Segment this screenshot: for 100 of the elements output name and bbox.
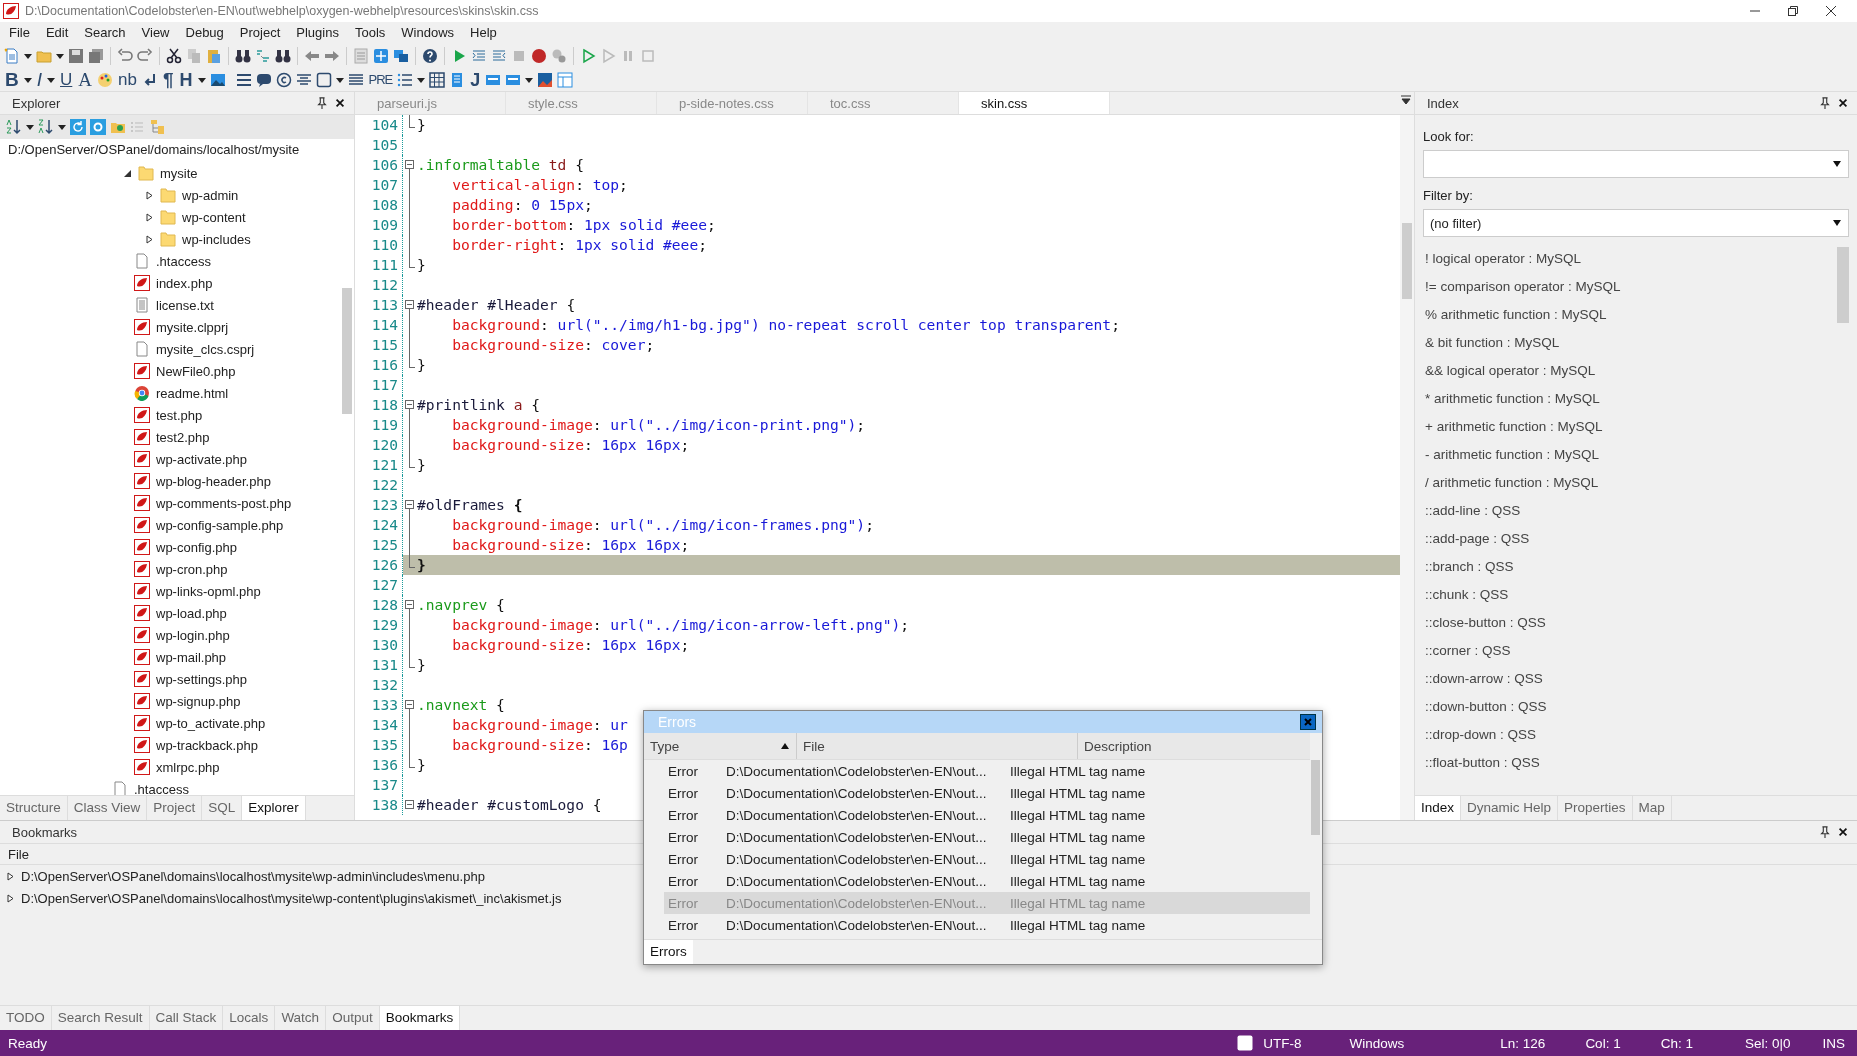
search-field[interactable]	[1423, 150, 1849, 179]
index-entry[interactable]: ::down-arrow : QSS	[1423, 665, 1543, 694]
tree-item[interactable]: wp-to_activate.php	[156, 715, 266, 731]
column-header[interactable]: File	[797, 733, 1078, 759]
index-entry[interactable]: + arithmetic function : MySQL	[1423, 413, 1603, 442]
save-icon[interactable]	[68, 47, 84, 64]
collapse-icon[interactable]	[405, 800, 414, 810]
caret-icon[interactable]	[335, 75, 344, 84]
caret-icon[interactable]	[525, 75, 534, 84]
index-entry[interactable]: % arithmetic function : MySQL	[1423, 301, 1607, 330]
tree-item[interactable]: wp-settings.php	[156, 671, 248, 687]
index-entry[interactable]: ::chunk : QSS	[1423, 581, 1509, 610]
column-header[interactable]: Description	[1078, 733, 1310, 759]
tree-item[interactable]: mysite_clcs.csprj	[156, 341, 255, 357]
collapse-icon[interactable]	[405, 160, 414, 170]
collapse-icon[interactable]	[405, 600, 414, 610]
scrollbar-thumb[interactable]	[1311, 760, 1320, 835]
format-button[interactable]: H	[178, 69, 194, 90]
index-entry[interactable]: != comparison operator : MySQL	[1423, 273, 1621, 302]
collapsed-arrow-icon[interactable]	[6, 893, 15, 903]
index-entry[interactable]: - arithmetic function : MySQL	[1423, 441, 1600, 470]
tab[interactable]: Class View	[67, 796, 148, 821]
caret-icon[interactable]	[58, 123, 66, 132]
scrollbar-thumb[interactable]	[1402, 223, 1412, 300]
align-center-icon[interactable]	[295, 71, 312, 88]
status-square-icon[interactable]	[1237, 1035, 1254, 1052]
tab[interactable]: Errors	[644, 940, 693, 964]
collapse-icon[interactable]	[405, 500, 414, 510]
format-button[interactable]: PRE	[367, 69, 394, 90]
format-button[interactable]: U	[59, 69, 74, 90]
menu-item[interactable]: Tools	[347, 23, 395, 43]
scissors-icon[interactable]	[166, 47, 182, 64]
collapse-icon[interactable]	[405, 700, 414, 710]
tree-item[interactable]: test.php	[156, 407, 203, 423]
help-icon[interactable]	[422, 47, 438, 64]
tab[interactable]: Map	[1632, 796, 1672, 821]
scrollbar-thumb[interactable]	[1837, 247, 1849, 324]
pin-icon[interactable]	[1819, 825, 1831, 840]
index-entry[interactable]: ! logical operator : MySQL	[1423, 245, 1582, 274]
tab[interactable]: skin.css	[959, 92, 1110, 115]
copyright-icon[interactable]	[275, 71, 292, 88]
justify-icon[interactable]	[347, 71, 364, 88]
redo-icon[interactable]	[137, 47, 153, 64]
menu-item[interactable]: Project	[232, 23, 290, 43]
caret-icon[interactable]	[197, 75, 206, 84]
index-entry[interactable]: ::add-page : QSS	[1423, 525, 1530, 554]
caret-icon[interactable]	[23, 75, 32, 84]
restore-icon[interactable]	[1787, 4, 1799, 17]
sort-descending-icon[interactable]	[38, 119, 54, 136]
tab[interactable]: Structure	[0, 796, 68, 821]
menu-item[interactable]: View	[134, 23, 179, 43]
index-entry[interactable]: ::corner : QSS	[1423, 637, 1511, 666]
menu-item[interactable]: Help	[463, 23, 506, 43]
menu-item[interactable]: Plugins	[289, 23, 348, 43]
collapsed-arrow-icon[interactable]	[144, 190, 154, 200]
lines-icon[interactable]	[235, 71, 252, 88]
line-endings[interactable]: Windows	[1349, 1035, 1405, 1051]
tree-item[interactable]: wp-login.php	[156, 627, 230, 643]
index-entry[interactable]: * arithmetic function : MySQL	[1423, 385, 1600, 414]
tree-item[interactable]: wp-mail.php	[156, 649, 227, 665]
table-icon[interactable]	[429, 71, 446, 88]
tree-item[interactable]: wp-cron.php	[156, 561, 228, 577]
caret-icon[interactable]	[56, 51, 64, 60]
list-icon[interactable]	[397, 71, 414, 88]
sort-ascending-icon[interactable]	[6, 119, 22, 136]
palette-icon[interactable]	[97, 71, 114, 88]
encoding[interactable]: UTF-8	[1263, 1035, 1302, 1051]
tree-item[interactable]: .htaccess	[134, 781, 189, 796]
index-entry[interactable]: ::branch : QSS	[1423, 553, 1514, 582]
tree-item[interactable]: xmlrpc.php	[156, 759, 220, 775]
tab[interactable]: Properties	[1558, 796, 1633, 821]
tree-item[interactable]: wp-blog-header.php	[156, 473, 271, 489]
index-entry[interactable]: ::drop-down : QSS	[1423, 721, 1537, 750]
binoculars-icon[interactable]	[275, 47, 291, 64]
tree-item[interactable]: mysite	[160, 165, 198, 181]
index-entry[interactable]: & bit function : MySQL	[1423, 329, 1560, 358]
tree-item[interactable]: wp-load.php	[156, 605, 227, 621]
move-icon[interactable]	[373, 47, 389, 64]
tree-item[interactable]: readme.html	[156, 385, 229, 401]
tree-item[interactable]: wp-trackback.php	[156, 737, 258, 753]
index-entry[interactable]: / arithmetic function : MySQL	[1423, 469, 1599, 498]
picture-icon[interactable]	[537, 71, 554, 88]
close-icon[interactable]	[1825, 4, 1837, 17]
tab[interactable]: Project	[147, 796, 203, 821]
tree-item[interactable]: NewFile0.php	[156, 363, 236, 379]
collapse-icon[interactable]	[405, 300, 414, 310]
index-entry[interactable]: ::close-button : QSS	[1423, 609, 1546, 638]
index-entry[interactable]: ::float-button : QSS	[1423, 749, 1540, 778]
tree-item[interactable]: wp-comments-post.php	[156, 495, 292, 511]
pin-icon[interactable]	[316, 96, 328, 111]
caret-icon[interactable]	[26, 123, 34, 132]
tab[interactable]: Explorer	[242, 796, 306, 821]
caret-icon[interactable]	[24, 51, 32, 60]
menu-item[interactable]: Windows	[394, 23, 464, 43]
format-button[interactable]: A	[77, 69, 94, 90]
tree-item[interactable]: wp-content	[182, 209, 246, 225]
column-header[interactable]: File	[8, 846, 29, 862]
collapsed-arrow-icon[interactable]	[6, 871, 15, 881]
tree-item[interactable]: .htaccess	[156, 253, 211, 269]
filter-dropdown[interactable]: (no filter)	[1423, 209, 1849, 238]
